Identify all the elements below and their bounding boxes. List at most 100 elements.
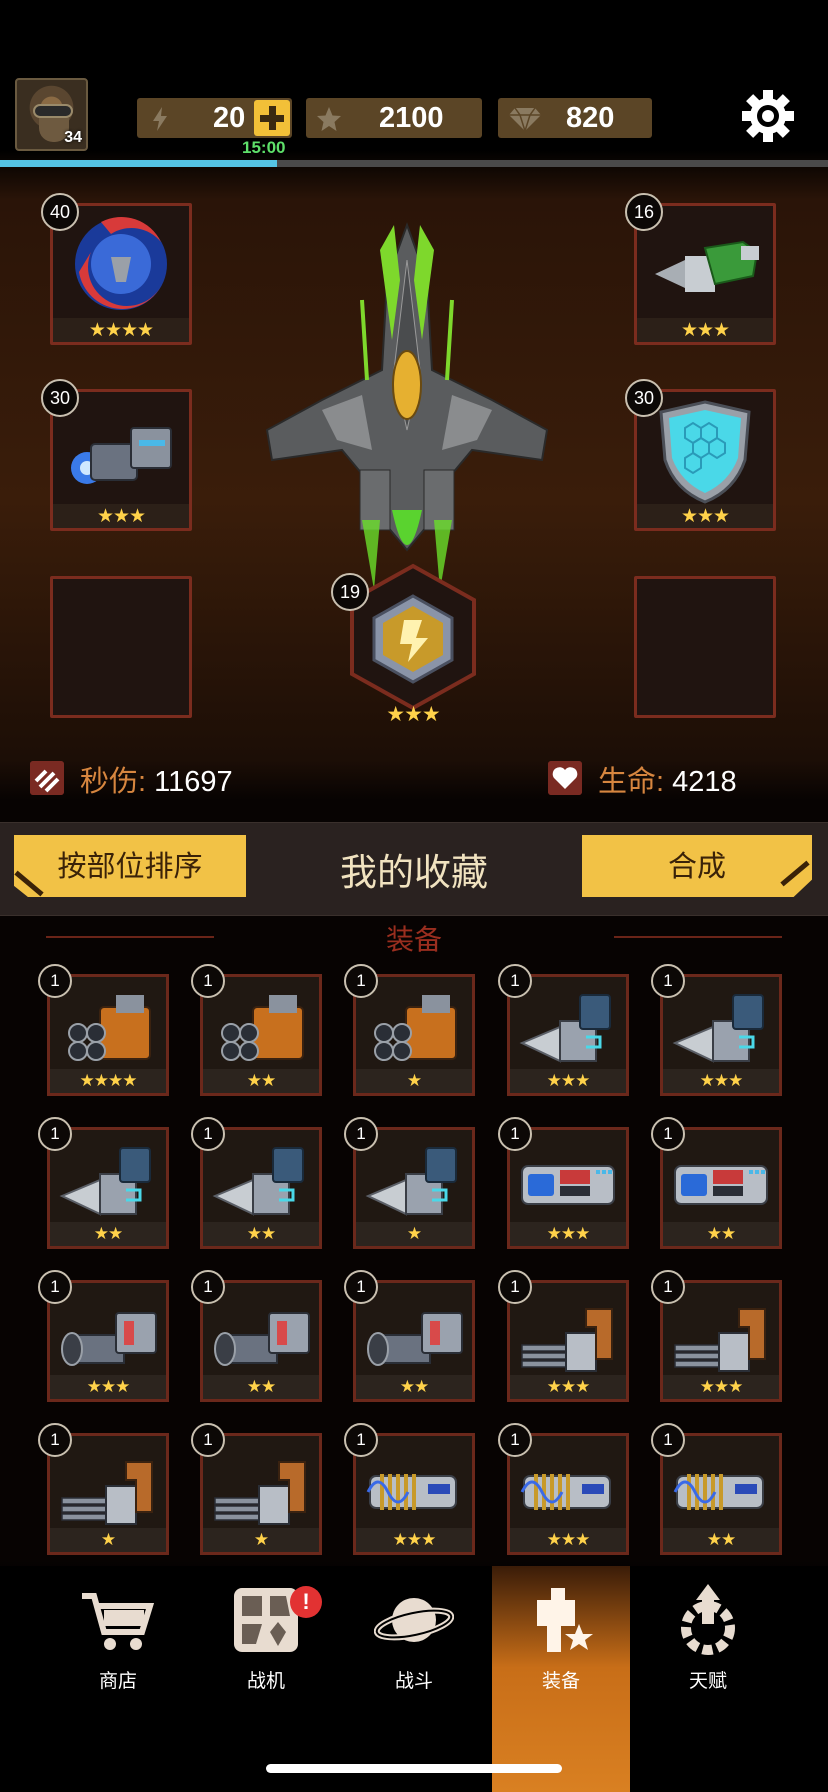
item-stars: ★★★ [510,1375,626,1399]
coil-weapon-icon [673,1474,764,1510]
cart-icon [82,1593,155,1650]
item-level-badge: 1 [498,1423,532,1457]
cannon-weapon-icon [367,1312,463,1366]
player-avatar[interactable]: 34 [15,78,88,151]
item-stars: ★★ [356,1375,472,1399]
nav-label: 装备 [541,1670,580,1692]
equipment-icon [537,1588,593,1652]
stars-value: 2100 [379,102,444,134]
item-stars: ★★★ [50,1375,166,1399]
launcher-weapon-icon [521,1165,615,1205]
fighters-alert-badge: ! [290,1586,322,1618]
energy-value: 20 [213,102,246,134]
skill-level-badge: 19 [331,573,369,611]
item-level-badge: 1 [498,1270,532,1304]
hp-label: 生命: [598,766,665,798]
item-stars: ★★★ [510,1528,626,1552]
collection-title: 我的收藏 [340,851,488,894]
drill-weapon-icon [672,994,764,1063]
lightning-icon [153,107,167,131]
fighter-jet-icon[interactable] [262,220,552,590]
nav-label: 战机 [246,1670,285,1692]
nav-talent[interactable]: 天赋 [634,1566,782,1792]
item-level-badge: 1 [38,964,72,998]
item-stars: ★ [356,1222,472,1246]
slot-level-badge: 30 [625,379,663,417]
coil-weapon-icon [520,1474,611,1510]
minigun-weapon-icon [214,1461,306,1525]
gatling-weapon-icon [68,995,151,1061]
dps-stat: 秒伤: 11697 [80,758,233,800]
planet-icon [374,1598,454,1642]
sort-by-part-button[interactable]: 按部位排序 [14,835,246,897]
plasma-gun-icon [71,427,172,484]
sort-by-part-label: 按部位排序 [57,849,203,883]
coil-weapon-icon [366,1474,457,1510]
talent-icon [681,1584,735,1655]
item-level-badge: 1 [344,1270,378,1304]
item-stars: ★ [50,1528,166,1552]
hp-stat: 生命: 4218 [598,758,737,800]
item-level-badge: 1 [344,1117,378,1151]
xp-progress-bar [0,160,828,167]
drill-weapon-icon [212,1147,304,1216]
nav-equipment[interactable]: 装备 [492,1566,630,1792]
nav-label: 商店 [98,1670,137,1692]
item-stars: ★ [356,1069,472,1093]
gatling-weapon-icon [374,995,457,1061]
item-level-badge: 1 [38,1270,72,1304]
item-level-badge: 1 [344,964,378,998]
slot-stars: ★★★★ [53,318,189,342]
item-level-badge: 1 [498,1117,532,1151]
nav-label: 战斗 [394,1670,433,1692]
slot-stars: ★★★ [637,504,773,528]
green-drill-cannon-icon [655,240,759,292]
stars-counter: 2100 [306,98,482,138]
minigun-weapon-icon [61,1461,153,1525]
item-level-badge: 1 [498,964,532,998]
item-level-badge: 1 [651,1270,685,1304]
red-crescent-wingman-icon [75,217,167,310]
cannon-weapon-icon [61,1312,157,1366]
damage-bullets-icon [30,761,64,795]
item-stars: ★★ [203,1222,319,1246]
item-stars: ★★ [50,1222,166,1246]
item-stars: ★★★ [663,1375,779,1399]
loadout-slot-empty-left[interactable] [50,576,192,718]
item-level-badge: 1 [191,1270,225,1304]
item-level-badge: 1 [38,1117,72,1151]
dps-value: 11697 [154,766,233,798]
item-stars: ★★ [203,1375,319,1399]
diamond-icon [509,107,541,132]
nav-label: 天赋 [688,1670,727,1692]
equipment-section-title: 装备 [385,923,442,956]
item-level-badge: 1 [191,1117,225,1151]
dps-label: 秒伤: [80,766,147,798]
star-icon [317,107,341,131]
nav-shop[interactable]: 商店 [44,1566,192,1792]
game-screen: 34 20 15:00 2100 820 ★★★★ 40 ★★★ 16 ★★★ … [0,0,828,1792]
add-energy-button[interactable] [254,100,290,136]
section-divider [46,936,214,938]
loadout-slot-empty-right[interactable] [634,576,776,718]
item-stars: ★★ [663,1222,779,1246]
gems-value: 820 [566,102,615,134]
item-stars: ★★★ [510,1069,626,1093]
drill-weapon-icon [59,1147,151,1216]
cannon-weapon-icon [214,1312,310,1366]
settings-gear-icon[interactable] [740,88,796,144]
merge-button[interactable]: 合成 [582,835,812,897]
item-level-badge: 1 [344,1423,378,1457]
section-divider [614,936,782,938]
nav-battle[interactable]: 战斗 [340,1566,488,1792]
item-stars: ★★★★ [50,1069,166,1093]
slot-stars: ★★★ [53,504,189,528]
skill-stars: ★★★ [386,702,440,726]
drill-weapon-icon [365,1147,457,1216]
hex-shield-icon [659,400,751,504]
xp-progress-fill [0,160,278,167]
home-indicator[interactable] [266,1764,562,1773]
slot-stars: ★★★ [637,318,773,342]
player-level: 34 [64,129,82,146]
item-level-badge: 1 [191,1423,225,1457]
